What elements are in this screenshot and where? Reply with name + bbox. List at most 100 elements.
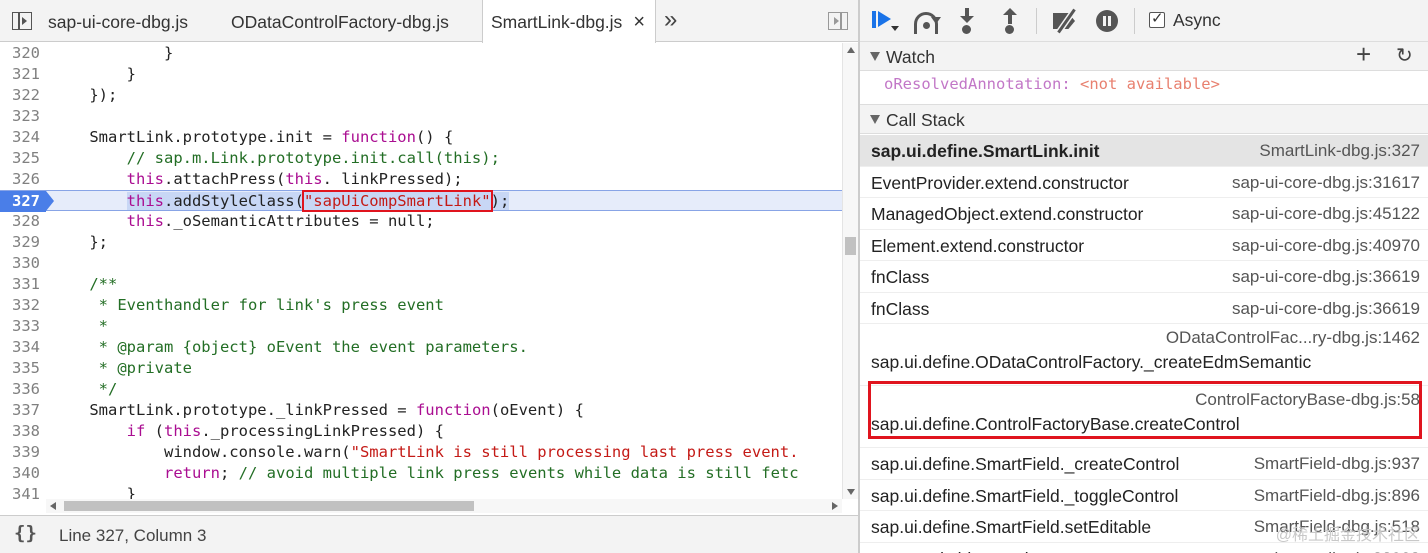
step-into-button[interactable] xyxy=(960,8,974,34)
async-checkbox[interactable] xyxy=(1149,9,1165,28)
line-number[interactable]: 326 xyxy=(0,169,40,190)
toggle-navigator-icon[interactable] xyxy=(12,12,32,30)
scrollbar-thumb[interactable] xyxy=(64,501,474,511)
line-number[interactable]: 329 xyxy=(0,232,40,253)
more-tabs-icon[interactable]: » xyxy=(664,6,677,34)
line-number[interactable]: 333 xyxy=(0,316,40,337)
pause-on-exceptions-button[interactable] xyxy=(1096,8,1120,34)
code-line[interactable]: 336 */ xyxy=(0,379,842,400)
code-line[interactable]: 339 window.console.warn("SmartLink is st… xyxy=(0,442,842,463)
code-token: * Eventhandler for link's press event xyxy=(52,296,444,314)
code-token: "SmartLink is still processing last pres… xyxy=(350,443,799,461)
call-stack-frame[interactable]: sap.ui.define.ControlFactoryBase.createC… xyxy=(860,386,1428,448)
tab-smartlink[interactable]: SmartLink-dbg.js × xyxy=(482,0,656,43)
scrollbar-thumb[interactable] xyxy=(845,237,856,255)
call-stack-frame[interactable]: sap.ui.define.SmartField._createControl S… xyxy=(860,448,1428,480)
refresh-icon[interactable]: ↻ xyxy=(1396,43,1413,67)
code-line[interactable]: 322 }); xyxy=(0,85,842,106)
call-stack-frame[interactable]: Element.extend.constructor sap-ui-core-db… xyxy=(860,229,1428,261)
code-line[interactable]: 324 SmartLink.prototype.init = function(… xyxy=(0,127,842,148)
code-line[interactable]: 331 /** xyxy=(0,274,842,295)
tab-sap-ui-core[interactable]: sap-ui-core-dbg.js xyxy=(48,0,188,42)
code-line[interactable]: 333 * xyxy=(0,316,842,337)
vertical-scrollbar[interactable] xyxy=(842,43,858,499)
frame-location[interactable]: SmartField-dbg.js:937 xyxy=(1254,454,1420,474)
code-line[interactable]: 340 return; // avoid multiple link press… xyxy=(0,463,842,484)
line-number[interactable]: 336 xyxy=(0,379,40,400)
toggle-debugger-icon[interactable] xyxy=(828,12,848,30)
line-number[interactable]: 330 xyxy=(0,253,40,274)
line-number[interactable]: 327 xyxy=(0,191,54,212)
frame-location[interactable]: sap-ui-core-dbg.js:36619 xyxy=(1232,299,1420,319)
call-stack-frame[interactable]: fnClass sap-ui-core-dbg.js:36619 xyxy=(860,261,1428,293)
call-stack-frame[interactable]: sap.ui.define.SmartField._toggleControl S… xyxy=(860,479,1428,511)
code-line[interactable]: 329 }; xyxy=(0,232,842,253)
frame-location[interactable]: sap-ui-core-dbg.js:33903 xyxy=(1232,549,1420,553)
line-number[interactable]: 339 xyxy=(0,442,40,463)
code-line[interactable]: 337 SmartLink.prototype._linkPressed = f… xyxy=(0,400,842,421)
line-number[interactable]: 340 xyxy=(0,463,40,484)
code-line[interactable]: 332 * Eventhandler for link's press even… xyxy=(0,295,842,316)
line-number[interactable]: 321 xyxy=(0,64,40,85)
horizontal-scrollbar[interactable] xyxy=(46,499,842,513)
line-number[interactable]: 337 xyxy=(0,400,40,421)
code-line[interactable]: 338 if (this._processingLinkPressed) { xyxy=(0,421,842,442)
code-line[interactable]: 327 this.addStyleClass("sapUiCompSmartLi… xyxy=(0,190,842,212)
line-number[interactable]: 338 xyxy=(0,421,40,442)
watch-expression[interactable]: oResolvedAnnotation: <not available> xyxy=(884,75,1220,93)
code-line[interactable]: 323 xyxy=(0,106,842,127)
async-label[interactable]: Async xyxy=(1173,10,1221,31)
close-icon[interactable]: × xyxy=(633,0,645,44)
line-number[interactable]: 325 xyxy=(0,148,40,169)
line-number[interactable]: 332 xyxy=(0,295,40,316)
tab-odatacontrolfactory[interactable]: ODataControlFactory-dbg.js xyxy=(231,0,449,42)
call-stack-section-header[interactable]: Call Stack xyxy=(860,104,1428,134)
code-line[interactable]: 334 * @param {object} oEvent the event p… xyxy=(0,337,842,358)
line-number[interactable]: 341 xyxy=(0,484,40,499)
code-line[interactable]: 321 } xyxy=(0,64,842,85)
code-line[interactable]: 335 * @private xyxy=(0,358,842,379)
watch-section-header[interactable]: Watch + ↻ xyxy=(860,39,1428,71)
line-number[interactable]: 335 xyxy=(0,358,40,379)
frame-location[interactable]: sap-ui-core-dbg.js:45122 xyxy=(1232,204,1420,224)
call-stack-frame[interactable]: sap.ui.define.ODataControlFactory._creat… xyxy=(860,324,1428,386)
collapse-triangle-icon[interactable] xyxy=(870,52,880,61)
deactivate-breakpoints-button[interactable] xyxy=(1053,8,1079,34)
frame-location[interactable]: sap-ui-core-dbg.js:31617 xyxy=(1232,173,1420,193)
call-stack-frame[interactable]: ManagedObject.extend.constructor sap-ui-c… xyxy=(860,198,1428,230)
line-number[interactable]: 322 xyxy=(0,85,40,106)
frame-location[interactable]: ControlFactoryBase-dbg.js:58 xyxy=(1195,390,1420,410)
resume-button[interactable] xyxy=(872,8,900,34)
line-number[interactable]: 324 xyxy=(0,127,40,148)
code-line[interactable]: 320 } xyxy=(0,43,842,64)
step-out-button[interactable] xyxy=(1003,8,1017,34)
code-line[interactable]: 330 xyxy=(0,253,842,274)
pretty-print-icon[interactable]: {} xyxy=(14,522,37,544)
scroll-left-icon[interactable] xyxy=(50,502,56,510)
frame-location[interactable]: sap-ui-core-dbg.js:36619 xyxy=(1232,267,1420,287)
line-number[interactable]: 334 xyxy=(0,337,40,358)
line-number[interactable]: 323 xyxy=(0,106,40,127)
frame-location[interactable]: SmartField-dbg.js:896 xyxy=(1254,486,1420,506)
frame-location[interactable]: ODataControlFac...ry-dbg.js:1462 xyxy=(1166,328,1420,348)
call-stack-frame[interactable]: sap.ui.define.SmartLink.init SmartLink-db… xyxy=(860,135,1428,167)
collapse-triangle-icon[interactable] xyxy=(870,115,880,124)
code-line[interactable]: 326 this.attachPress(this. linkPressed); xyxy=(0,169,842,190)
code-editor[interactable]: 320 } 321 } 322 }); 323 324 SmartLink.protot… xyxy=(0,43,842,499)
call-stack-frame[interactable]: fnClass sap-ui-core-dbg.js:36619 xyxy=(860,292,1428,324)
frame-location[interactable]: sap-ui-core-dbg.js:40970 xyxy=(1232,236,1420,256)
add-watch-icon[interactable]: + xyxy=(1356,39,1371,70)
code-line[interactable]: 325 // sap.m.Link.prototype.init.call(th… xyxy=(0,148,842,169)
code-line[interactable]: 341 } xyxy=(0,484,842,499)
call-stack-frame[interactable]: EventProvider.extend.constructor sap-ui-c… xyxy=(860,166,1428,198)
line-number[interactable]: 320 xyxy=(0,43,40,64)
line-number[interactable]: 328 xyxy=(0,211,40,232)
scroll-down-icon[interactable] xyxy=(847,489,855,495)
frame-location[interactable]: SmartLink-dbg.js:327 xyxy=(1259,141,1420,161)
scroll-right-icon[interactable] xyxy=(832,502,838,510)
line-number[interactable]: 331 xyxy=(0,274,40,295)
scroll-up-icon[interactable] xyxy=(847,47,855,53)
step-over-button[interactable] xyxy=(914,8,942,34)
code-line[interactable]: 328 this._oSemanticAttributes = null; xyxy=(0,211,842,232)
